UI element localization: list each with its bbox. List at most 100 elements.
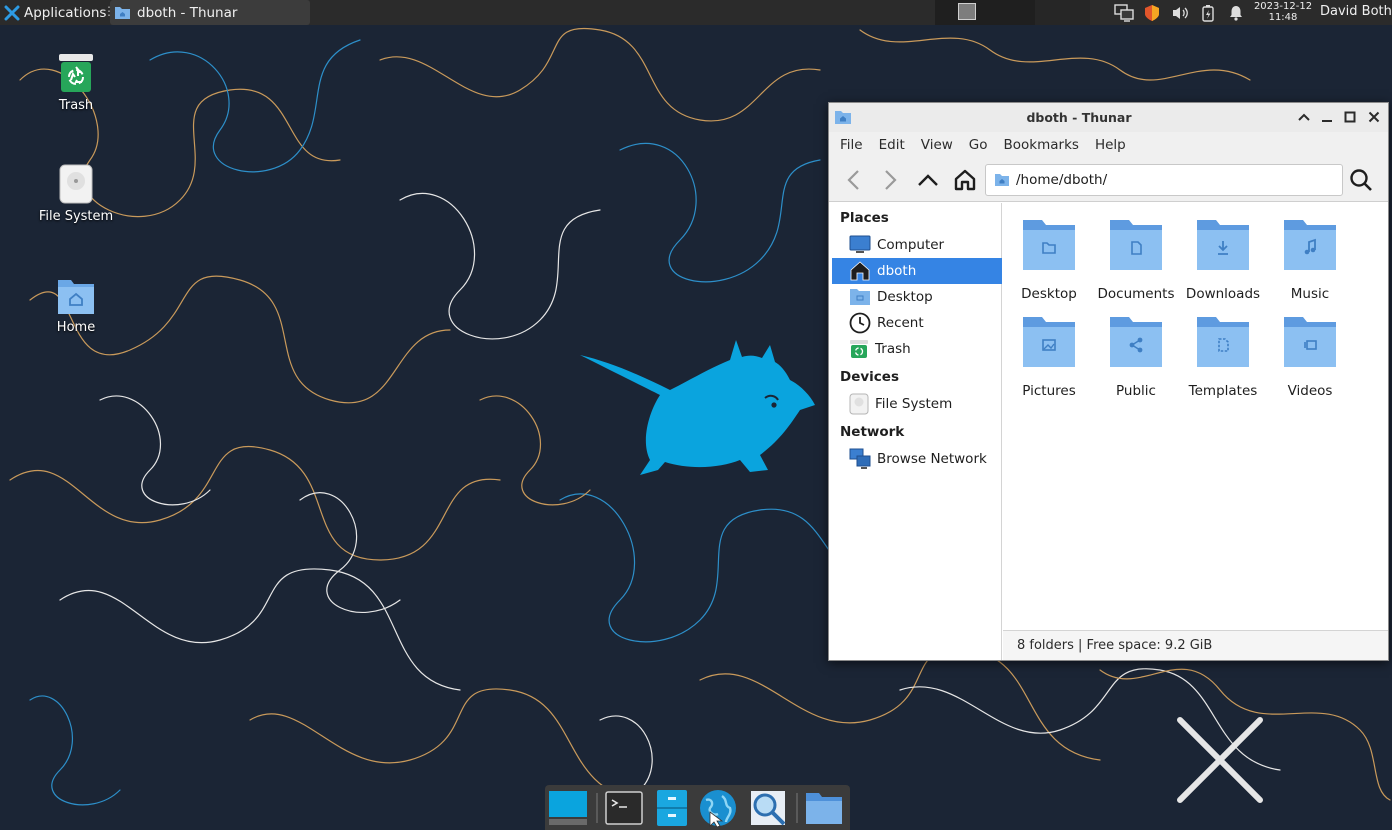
clock-icon — [849, 312, 871, 334]
folder-item-label: Documents — [1097, 286, 1175, 302]
sidebar-item-label: Desktop — [877, 289, 933, 305]
applications-label: Applications — [24, 4, 107, 21]
sidebar-item-label: Recent — [877, 315, 924, 331]
location-bar[interactable]: /home/dboth/ — [985, 164, 1343, 196]
folder-item-label: Downloads — [1185, 286, 1261, 302]
folder-desktop-icon — [1023, 220, 1075, 270]
desktop-icon-file-system[interactable]: File System — [26, 163, 126, 224]
forward-button[interactable] — [876, 166, 904, 194]
bottom-dock — [545, 785, 850, 830]
folder-home-icon — [115, 7, 130, 19]
network-icon[interactable] — [1114, 3, 1134, 23]
show-desktop-icon — [549, 791, 587, 825]
sidebar-item-file-system[interactable]: File System — [832, 391, 1002, 417]
folder-item-documents[interactable]: Documents — [1093, 216, 1179, 302]
status-bar: 8 folders | Free space: 9.2 GiB — [1003, 630, 1388, 660]
desktop-icon-trash[interactable]: Trash — [26, 52, 126, 113]
back-button[interactable] — [840, 166, 868, 194]
folder-music-icon — [1284, 220, 1336, 270]
folder-item-templates[interactable]: Templates — [1180, 313, 1266, 399]
folder-item-label: Public — [1116, 383, 1156, 399]
shade-window-button[interactable] — [1295, 108, 1313, 126]
panel-spacer — [1035, 0, 1090, 25]
dock-separator — [596, 793, 598, 823]
folder-item-desktop[interactable]: Desktop — [1006, 216, 1092, 302]
system-tray — [1114, 0, 1246, 25]
menu-file[interactable]: File — [840, 137, 863, 153]
sidebar-item-dboth[interactable]: dboth — [832, 258, 1002, 284]
update-shield-icon[interactable] — [1142, 3, 1162, 23]
search-button[interactable] — [1347, 166, 1375, 194]
file-icon-view: Desktop Documents Downloads Music Pictur… — [1003, 203, 1388, 630]
notifications-bell-icon[interactable] — [1226, 3, 1246, 23]
magnifier-icon — [751, 791, 786, 826]
menu-help[interactable]: Help — [1095, 137, 1126, 153]
folder-videos-icon — [1284, 317, 1336, 367]
window-title: dboth - Thunar — [1026, 110, 1132, 125]
taskbar-button-thunar[interactable]: dboth - Thunar — [110, 0, 310, 25]
chevron-right-icon — [885, 170, 897, 190]
folder-item-label: Pictures — [1022, 383, 1076, 399]
terminal-launcher[interactable] — [604, 788, 644, 828]
xfce-logo-icon — [4, 5, 20, 20]
globe-icon — [700, 790, 736, 828]
folder-item-videos[interactable]: Videos — [1267, 313, 1353, 399]
trash-icon — [850, 340, 868, 358]
show-desktop-button[interactable] — [548, 788, 588, 828]
folder-item-public[interactable]: Public — [1093, 313, 1179, 399]
folder-launcher[interactable] — [804, 788, 844, 828]
menu-bar: File Edit View Go Bookmarks Help — [829, 132, 1388, 158]
dock-separator — [796, 793, 798, 823]
folder-documents-icon — [1110, 220, 1162, 270]
close-button[interactable] — [1365, 108, 1383, 126]
desktop-icon-home[interactable]: Home — [26, 274, 126, 335]
panel-clock[interactable]: 2023-12-12 11:48 — [1250, 1, 1316, 23]
folder-home-icon — [995, 174, 1009, 186]
trash-icon — [59, 54, 93, 92]
folder-item-label: Templates — [1188, 383, 1258, 399]
home-icon — [954, 169, 976, 191]
web-browser-launcher[interactable] — [698, 788, 738, 828]
home-button[interactable] — [951, 166, 979, 194]
side-pane: Places Computer dboth Desktop Recent Tra… — [829, 203, 1002, 660]
clock-date: 2023-12-12 — [1253, 1, 1313, 12]
network-icon — [849, 448, 871, 469]
sidebar-item-label: dboth — [877, 263, 917, 279]
sidebar-item-recent[interactable]: Recent — [832, 310, 1002, 336]
file-manager-launcher[interactable] — [652, 788, 692, 828]
app-finder-launcher[interactable] — [748, 788, 788, 828]
drive-icon — [849, 393, 869, 415]
sidebar-item-label: Browse Network — [877, 451, 987, 467]
folder-item-downloads[interactable]: Downloads — [1180, 216, 1266, 302]
places-heading: Places — [840, 210, 889, 226]
folder-pictures-icon — [1023, 317, 1075, 367]
home-icon — [850, 261, 870, 281]
folder-templates-icon — [1197, 317, 1249, 367]
window-titlebar[interactable]: dboth - Thunar — [829, 103, 1388, 132]
workspace-1-button[interactable] — [958, 3, 976, 20]
menu-view[interactable]: View — [921, 137, 953, 153]
minimize-button[interactable] — [1318, 108, 1336, 126]
folder-item-pictures[interactable]: Pictures — [1006, 313, 1092, 399]
computer-icon — [849, 235, 871, 253]
menu-edit[interactable]: Edit — [879, 137, 905, 153]
folder-item-music[interactable]: Music — [1267, 216, 1353, 302]
terminal-icon — [605, 791, 643, 825]
sidebar-item-computer[interactable]: Computer — [832, 232, 1002, 258]
folder-item-label: Videos — [1287, 383, 1333, 399]
folder-downloads-icon — [1197, 220, 1249, 270]
maximize-button[interactable] — [1341, 108, 1359, 126]
sidebar-item-trash[interactable]: Trash — [832, 336, 1002, 362]
devices-heading: Devices — [840, 369, 899, 385]
menu-go[interactable]: Go — [969, 137, 988, 153]
menu-bookmarks[interactable]: Bookmarks — [1004, 137, 1079, 153]
applications-menu[interactable]: Applications — [4, 0, 106, 25]
sidebar-item-desktop[interactable]: Desktop — [832, 284, 1002, 310]
sidebar-item-browse-network[interactable]: Browse Network — [832, 446, 1002, 472]
user-name-menu[interactable]: David Both — [1320, 4, 1392, 19]
network-heading: Network — [840, 424, 905, 440]
parent-folder-button[interactable] — [914, 166, 942, 194]
volume-icon[interactable] — [1170, 3, 1190, 23]
folder-item-label: Music — [1290, 286, 1330, 302]
battery-icon[interactable] — [1198, 3, 1218, 23]
